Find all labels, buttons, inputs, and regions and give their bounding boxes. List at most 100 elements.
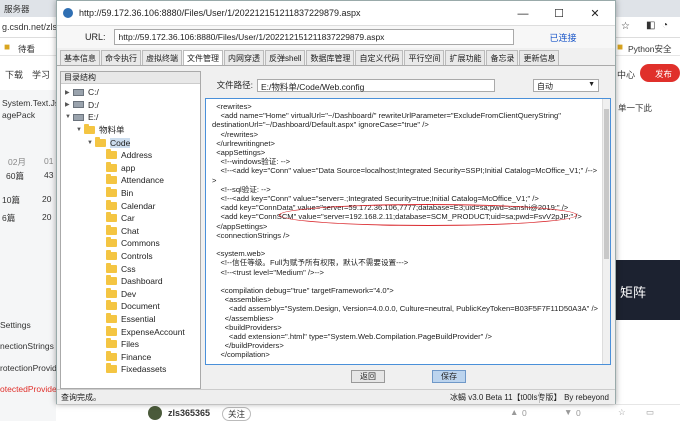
tab-10[interactable]: 备忘录 [486,50,519,65]
star-icon[interactable]: ☆ [618,407,626,418]
folder-icon [106,363,117,374]
tree-node[interactable]: Controls [98,250,153,263]
nav-download[interactable]: 下载 [5,68,23,81]
stat-cell: 6篇 [2,213,16,223]
chevron-down-icon[interactable]: ▼ [76,127,84,133]
editor-scrollbar[interactable] [602,99,610,364]
avatar[interactable] [148,406,162,420]
tree-node[interactable]: Attendance [98,174,164,187]
tree-node[interactable]: Dashboard [98,275,163,288]
folder-icon [106,313,117,324]
tree-node[interactable]: Chat [98,224,139,238]
tree-node[interactable]: Files [98,338,139,351]
code-line: <!--信任等级。Full为赋予所有权限，默认不需要设置---> [212,258,409,268]
tab-3[interactable]: 文件管理 [183,50,223,65]
tree-node[interactable]: Css [98,262,136,275]
tree-node[interactable]: Address [98,149,152,162]
nav-study[interactable]: 学习 [32,68,50,81]
chevron-down-icon[interactable]: ▼ [65,114,73,120]
tree-node[interactable]: ExpenseAccount [98,325,185,338]
author-name[interactable]: zls365365 [168,408,210,418]
tree-node[interactable]: app [98,161,135,175]
tab-8[interactable]: 平行空间 [404,50,445,65]
scrollbar-thumb[interactable] [604,109,609,259]
code-editor[interactable]: <rewrites> <add name="Home" virtualUrl="… [205,98,611,365]
tree-node[interactable]: ▶ D:/ [65,99,99,112]
tree-node-label: D:/ [88,99,99,110]
settings-snippet: rotectionProvid [0,363,57,373]
tree-node[interactable]: Finance [98,350,152,364]
chevron-right-icon[interactable]: ▶ [65,89,73,96]
tab-9[interactable]: 扩展功能 [445,50,486,65]
folder-icon [84,124,95,135]
left-page-strip: System.Text.Js agePack 02月 01 60篇 43 10篇… [0,90,59,421]
tab-0[interactable]: 基本信息 [60,50,100,65]
tree-node[interactable]: ▼ E:/ [65,111,98,124]
tree-node-label: Car [121,213,135,224]
thumbs-up-icon[interactable]: ▲ [510,407,518,417]
encoding-select[interactable]: 自动 ▼ [533,78,599,92]
tree-node[interactable]: ▼ 物料单 [76,124,125,137]
tree-node[interactable]: ▼ Code [87,136,131,149]
tab-4[interactable]: 内网穿透 [224,50,264,65]
back-button[interactable]: 返回 [351,370,385,383]
tree-node-label: Essential [121,314,156,325]
tree-node[interactable]: Fixedassets [98,363,166,376]
tree-node[interactable]: Document [98,300,160,313]
code-text[interactable]: <rewrites> <add name="Home" virtualUrl="… [212,102,602,364]
settings-snippet: Settings [0,320,31,330]
tab-1[interactable]: 命令执行 [101,50,141,65]
drive-icon [73,113,84,121]
dislike-count: 0 [576,408,581,418]
tree-node[interactable]: Car [98,212,135,225]
minimize-icon[interactable]: — [505,1,541,26]
save-button[interactable]: 保存 [432,370,466,383]
tab-2[interactable]: 虚拟终端 [142,50,182,65]
dark-image-block: 矩阵 [616,260,680,320]
tree-node[interactable]: Essential [98,313,156,326]
nav-center[interactable]: 中心 [617,68,635,81]
comment-icon[interactable]: ▭ [646,407,654,418]
thumbs-down-icon[interactable]: ▼ [564,407,572,417]
sidebar-icon[interactable]: ◧ [646,20,655,31]
tree-node-label: Finance [121,351,152,362]
tab-5[interactable]: 反弹shell [265,50,306,65]
path-field[interactable]: E:/物料单/Code/Web.config [257,78,495,92]
url-field[interactable]: http://59.172.36.106:8880/Files/User/1/2… [113,29,514,45]
code-line: </rewrites> [212,129,259,139]
follow-button[interactable]: 关注 [222,407,252,421]
code-line: <!--<add key="Conn" value="Data Source=l… [212,166,598,176]
bookmark-item-right[interactable]: Python安全 [628,43,671,55]
text-snippet: agePack [2,110,36,120]
address-fragment[interactable]: g.csdn.net/zls [2,22,57,32]
tree-node[interactable]: Calendar [98,199,156,212]
tree-node-label: Bin [121,188,134,199]
profile-icon[interactable]: ◔ [662,20,668,31]
chevron-down-icon[interactable]: ▼ [87,140,95,146]
stat-cell: 10篇 [2,195,20,205]
tree-node[interactable]: ▶ C:/ [65,86,99,99]
folder-icon [106,262,117,273]
tab-7[interactable]: 自定义代码 [355,50,404,65]
bookmark-item[interactable]: 待看 [18,43,35,55]
function-tabs: 基本信息 命令执行 虚拟终端 文件管理 内网穿透 反弹shell 数据库管理 自定义代码 平行空… [57,50,615,66]
tab-6[interactable]: 数据库管理 [306,50,355,65]
behinder-window: http://59.172.36.106:8880/Files/User/1/2… [56,0,616,404]
chevron-right-icon[interactable]: ▶ [65,101,73,108]
tree-node[interactable]: Dev [98,287,136,301]
encoding-value: 自动 [537,81,553,91]
maximize-icon[interactable]: ☐ [541,1,577,26]
drive-icon [73,101,84,109]
star-icon[interactable]: ☆ [621,21,630,32]
close-icon[interactable]: ✕ [577,1,613,26]
publish-button[interactable]: 发布 [640,64,680,82]
tab-11[interactable]: 更新信息 [519,50,560,65]
tree-node[interactable]: Bin [98,187,133,200]
browser-tab-label[interactable]: 服务器 [4,3,30,15]
tree-node[interactable]: Commons [98,237,160,250]
stat-cell: 20 [42,212,52,222]
tree-node-label: E:/ [88,112,99,123]
tree-node-label: ExpenseAccount [121,326,185,337]
author-text: By rebeyond [564,392,609,402]
